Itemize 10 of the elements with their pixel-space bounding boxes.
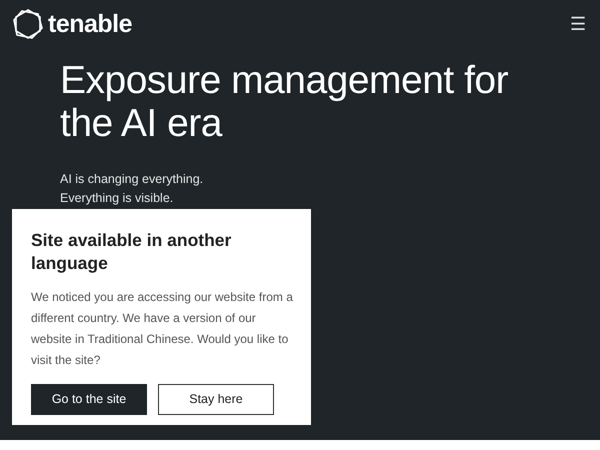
logo-icon	[12, 8, 44, 40]
hero-title: Exposure management for the AI era	[60, 60, 510, 146]
logo-text[interactable]: tenable	[48, 12, 132, 36]
go-to-site-button[interactable]: Go to the site	[31, 384, 147, 415]
stay-here-button[interactable]: Stay here	[158, 384, 274, 415]
dialog-message: We noticed you are accessing our website from a different country. We have a version of our website in Traditional Chinese. Would you like to visit the site?	[31, 289, 293, 369]
hero-text: Everything is visible.	[60, 190, 174, 207]
dialog-title: Site available in another language	[31, 229, 232, 275]
menu-icon[interactable]: ☰	[570, 15, 586, 33]
hero-text: AI is changing everything.	[60, 170, 204, 188]
